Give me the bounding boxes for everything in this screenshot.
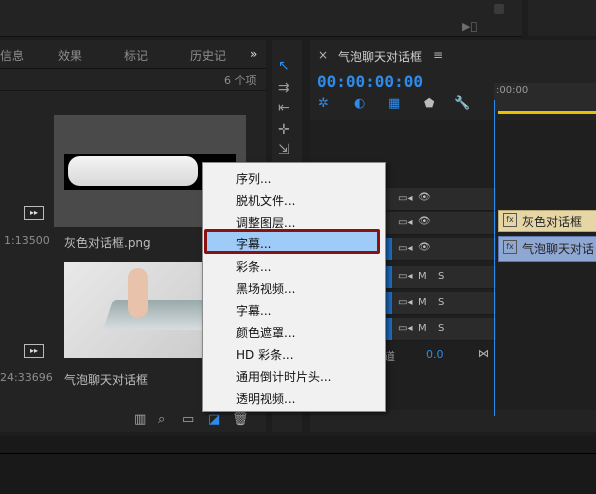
mic-icon[interactable]: ▭◂	[398, 323, 412, 334]
close-icon[interactable]: ×	[318, 48, 328, 62]
eye-icon[interactable]: 👁	[418, 192, 431, 203]
sequence-tab[interactable]: 气泡聊天对话框	[338, 48, 422, 65]
bottom-panel	[0, 436, 596, 494]
panel-menu-icon[interactable]: ≡	[433, 48, 443, 62]
rolling-edit-tool-icon[interactable]: ✛	[278, 122, 290, 138]
ruler-label: :00:00	[496, 85, 529, 96]
menu-item-color-matte[interactable]: 颜色遮罩...	[236, 324, 295, 341]
media-type-icon: ▸▸	[24, 206, 44, 220]
bubble-image	[68, 156, 198, 186]
eye-icon[interactable]: 👁	[418, 216, 431, 227]
ripple-edit-tool-icon[interactable]: ⇤	[278, 100, 290, 116]
solo-button[interactable]: S	[438, 323, 444, 334]
selection-tool-icon[interactable]: ↖	[278, 58, 290, 74]
new-item-icon[interactable]: ◪	[208, 412, 220, 427]
menu-item-black-video[interactable]: 黑场视频...	[236, 280, 295, 297]
menu-item-countdown[interactable]: 通用倒计时片头...	[236, 368, 331, 385]
tabs-overflow-icon[interactable]: »	[250, 47, 257, 61]
marker-icon[interactable]: ⬟	[424, 96, 434, 110]
menu-item-caption[interactable]: 字幕...	[236, 302, 271, 319]
item-count: 6 个项	[224, 74, 257, 87]
folder-icon[interactable]: ▭	[182, 412, 194, 427]
trash-icon[interactable]: 🗑	[232, 412, 249, 427]
master-bounds-icon[interactable]: ⋈	[478, 347, 489, 360]
menu-item-transparent-video[interactable]: 透明视频...	[236, 390, 295, 407]
wrench-icon[interactable]: 🔧	[454, 96, 470, 111]
divider	[0, 453, 596, 454]
item-name[interactable]: 灰色对话框.png	[64, 234, 151, 251]
mute-button[interactable]: M	[418, 271, 427, 282]
solo-button[interactable]: S	[438, 271, 444, 282]
item-duration: 1:13500	[4, 234, 50, 247]
camera-icon[interactable]: ▭◂	[398, 243, 412, 254]
top-panel	[0, 0, 522, 37]
list-view-icon[interactable]: ▥	[134, 412, 146, 427]
fx-badge: fx	[503, 240, 517, 254]
timecode[interactable]: 00:00:00:00	[317, 72, 423, 91]
clip-label: 气泡聊天对话	[522, 242, 595, 256]
solo-button[interactable]: S	[438, 297, 444, 308]
menu-item-hd-bars[interactable]: HD 彩条...	[236, 346, 294, 363]
top-right-panel	[528, 0, 596, 36]
menu-item-adjustment-layer[interactable]: 调整图层...	[236, 214, 295, 231]
menu-item-title[interactable]: 字幕...	[236, 235, 271, 252]
tab-effects[interactable]: 效果	[58, 47, 82, 64]
media-type-icon: ▸▸	[24, 344, 44, 358]
camera-icon[interactable]: ▭◂	[398, 193, 412, 204]
tab-info[interactable]: 信息	[0, 47, 24, 64]
divider	[0, 90, 266, 91]
menu-highlight	[204, 229, 380, 254]
master-value[interactable]: 0.0	[426, 348, 444, 361]
work-area-bar[interactable]	[498, 111, 596, 114]
tab-markers[interactable]: 标记	[124, 47, 148, 64]
eye-icon[interactable]: 👁	[418, 242, 431, 253]
finger-image	[128, 268, 148, 318]
item-duration: 24:33696	[0, 371, 53, 384]
search-icon[interactable]: ⌕	[158, 412, 165, 427]
menu-item-bars-tone[interactable]: 彩条...	[236, 258, 271, 275]
export-frame-icon[interactable]: ▶⃒	[462, 20, 477, 33]
menu-item-offline-file[interactable]: 脱机文件...	[236, 192, 295, 209]
mic-icon[interactable]: ▭◂	[398, 297, 412, 308]
camera-icon[interactable]: ▭◂	[398, 217, 412, 228]
mute-button[interactable]: M	[418, 323, 427, 334]
mic-icon[interactable]: ▭◂	[398, 271, 412, 282]
rate-stretch-tool-icon[interactable]: ⇲	[278, 142, 290, 158]
linked-selection-icon[interactable]: ◐	[354, 96, 365, 111]
menu-item-sequence[interactable]: 序列...	[236, 170, 271, 187]
snap-icon[interactable]: ✲	[318, 96, 329, 111]
playhead[interactable]	[494, 100, 495, 416]
fx-badge: fx	[503, 213, 517, 227]
tab-history[interactable]: 历史记	[190, 47, 226, 64]
add-marker-icon[interactable]: ▦	[388, 96, 400, 111]
scroll-handle[interactable]	[494, 4, 504, 14]
item-name[interactable]: 气泡聊天对话框	[64, 371, 148, 388]
mute-button[interactable]: M	[418, 297, 427, 308]
track-select-tool-icon[interactable]: ⇉	[278, 80, 290, 96]
